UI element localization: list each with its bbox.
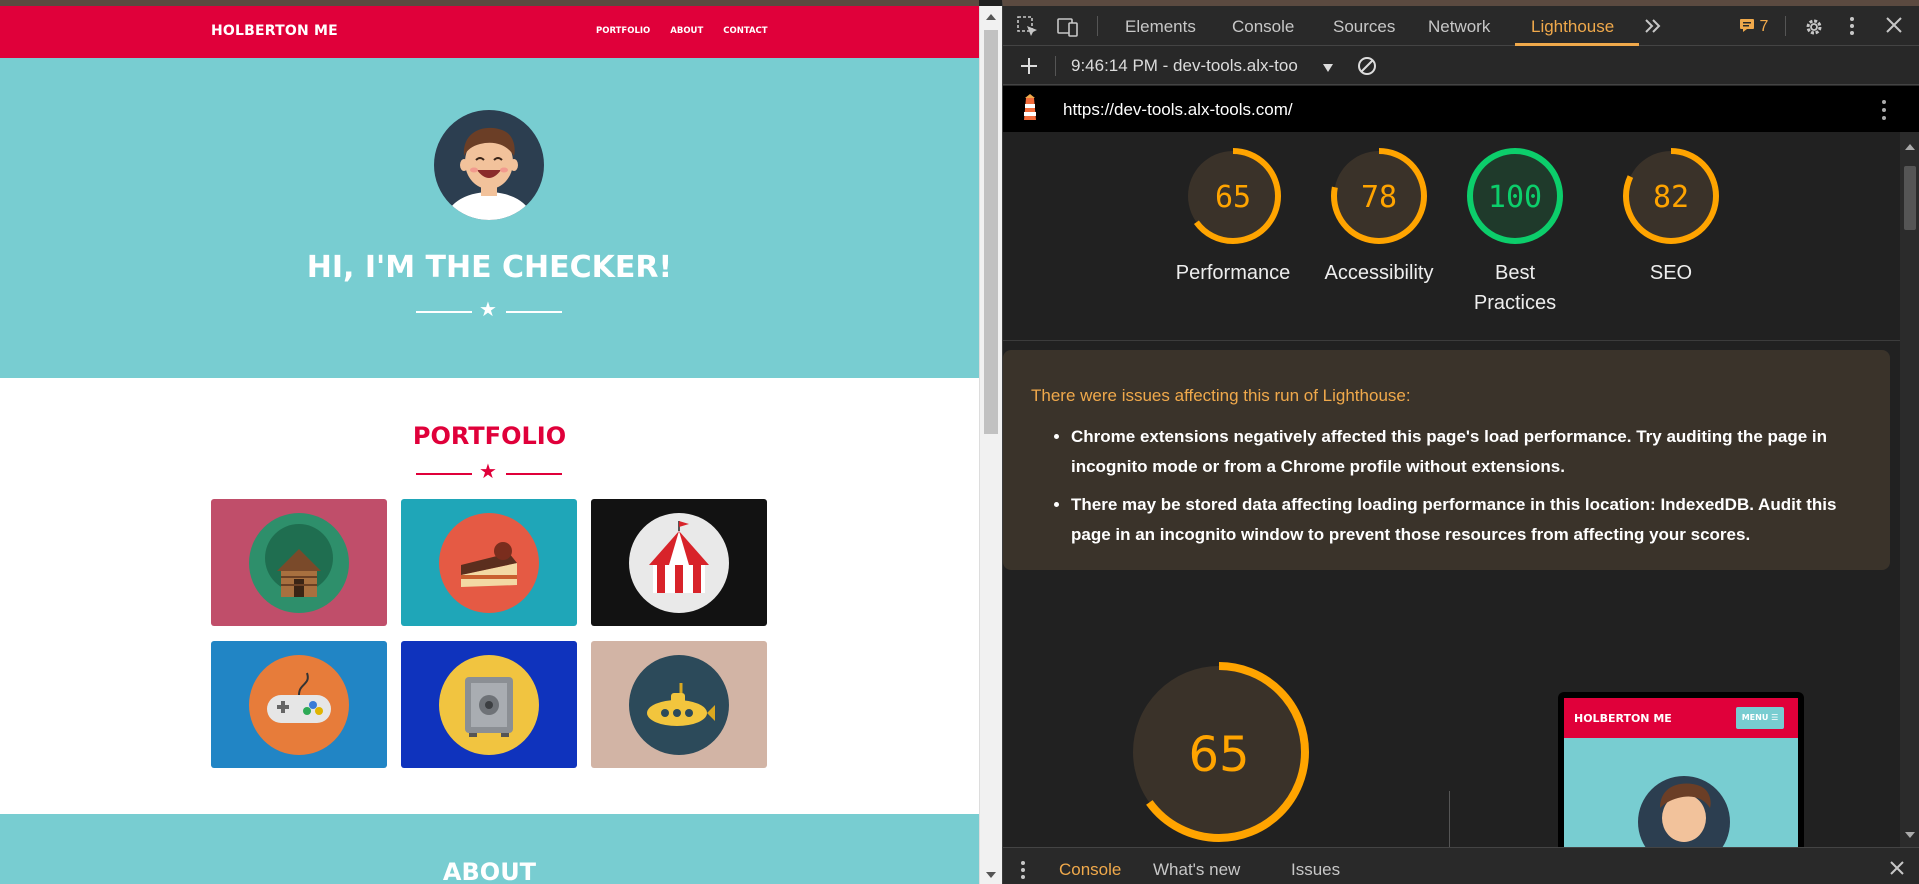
report-selector[interactable]: 9:46:14 PM - dev-tools.alx-too — [1071, 56, 1298, 76]
warning-item: Chrome extensions negatively affected th… — [1071, 422, 1871, 482]
warning-title: There were issues affecting this run of … — [1031, 386, 1411, 405]
svg-text:100: 100 — [1488, 180, 1542, 215]
preview-menu-button: MENU ☰ — [1736, 707, 1784, 729]
gauge-ring: 78 — [1331, 148, 1427, 244]
gauge-ring: 65 — [1129, 662, 1309, 842]
log-cabin-icon — [249, 513, 349, 613]
tab-lighthouse[interactable]: Lighthouse — [1531, 17, 1614, 37]
svg-text:82: 82 — [1653, 180, 1689, 215]
hero-section: HI, I'M THE CHECKER! ★ — [0, 58, 979, 378]
tab-sources[interactable]: Sources — [1333, 17, 1395, 37]
safe-vault-icon — [439, 655, 539, 755]
tab-console[interactable]: Console — [1232, 17, 1294, 37]
gauge-label: Best Practices — [1473, 262, 1557, 314]
dropdown-arrow-icon[interactable] — [1322, 59, 1334, 77]
portfolio-tile-game-controller[interactable] — [211, 641, 387, 768]
portfolio-tile-submarine[interactable] — [591, 641, 767, 768]
lighthouse-logo-icon — [1019, 94, 1041, 127]
tab-elements[interactable]: Elements — [1125, 17, 1196, 37]
warning-item: There may be stored data affecting loadi… — [1071, 490, 1871, 550]
report-scrollbar[interactable] — [1900, 132, 1919, 847]
lighthouse-report: 65 Performance 78 Accessibility 100 Best… — [1003, 132, 1900, 847]
screen: HOLBERTON ME PORTFOLIO ABOUT CONTACT HI,… — [0, 0, 1919, 884]
devtools-panel: Elements Console Sources Network Lightho… — [1002, 0, 1919, 884]
devtools-drawer: Console What's new Issues — [1003, 847, 1919, 884]
report-url: https://dev-tools.alx-tools.com/ — [1063, 100, 1293, 119]
scroll-up-icon[interactable] — [986, 14, 996, 20]
tab-network[interactable]: Network — [1428, 17, 1490, 37]
scroll-down-icon[interactable] — [1905, 832, 1915, 838]
submarine-icon — [629, 655, 729, 755]
close-drawer-icon[interactable] — [1889, 860, 1905, 879]
svg-text:65: 65 — [1215, 180, 1251, 215]
report-url-bar: https://dev-tools.alx-tools.com/ — [1003, 86, 1919, 132]
nav-link-about[interactable]: ABOUT — [670, 26, 703, 36]
page-scrollbar[interactable] — [979, 6, 1002, 884]
issues-badge[interactable]: 7 — [1739, 17, 1768, 36]
cake-slice-icon — [439, 513, 539, 613]
inspect-element-icon[interactable] — [1017, 16, 1039, 41]
gauge-label: Performance — [1175, 262, 1291, 284]
scroll-up-icon[interactable] — [1905, 144, 1915, 150]
add-icon[interactable] — [1019, 56, 1039, 79]
clear-reports-icon[interactable] — [1356, 55, 1378, 80]
drawer-tab-whats-new[interactable]: What's new — [1153, 860, 1240, 880]
hero-title: HI, I'M THE CHECKER! — [306, 250, 673, 285]
drawer-tab-issues[interactable]: Issues — [1291, 860, 1340, 880]
gauge-ring: 100 — [1467, 148, 1563, 244]
star-icon: ★ — [479, 461, 497, 483]
portfolio-tile-circus-tent[interactable] — [591, 499, 767, 626]
preview-avatar — [1638, 776, 1730, 847]
gauge-label: Accessibility — [1324, 262, 1434, 284]
issues-icon — [1740, 19, 1754, 32]
svg-text:65: 65 — [1188, 727, 1249, 783]
svg-text:78: 78 — [1361, 180, 1397, 215]
drawer-tab-console[interactable]: Console — [1059, 860, 1121, 880]
lighthouse-report-bar: 9:46:14 PM - dev-tools.alx-too — [1003, 47, 1919, 85]
run-warnings-box: There were issues affecting this run of … — [1003, 350, 1890, 570]
hero-divider: ★ — [416, 299, 562, 322]
site-nav-links: PORTFOLIO ABOUT CONTACT — [596, 26, 768, 36]
devtools-tab-bar: Elements Console Sources Network Lightho… — [1003, 6, 1919, 46]
portfolio-title: PORTFOLIO — [412, 422, 567, 450]
nav-link-portfolio[interactable]: PORTFOLIO — [596, 26, 650, 36]
score-gauge-seo[interactable]: 82 SEO — [1598, 146, 1744, 288]
about-title: ABOUT — [442, 858, 537, 884]
more-tabs-icon[interactable] — [1643, 16, 1663, 39]
kebab-menu-icon[interactable] — [1849, 16, 1855, 39]
drawer-menu-icon[interactable] — [1020, 860, 1026, 883]
avatar — [434, 110, 544, 220]
nav-link-contact[interactable]: CONTACT — [723, 26, 767, 36]
site-navbar: HOLBERTON ME PORTFOLIO ABOUT CONTACT — [0, 6, 979, 58]
warning-list: Chrome extensions negatively affected th… — [1071, 422, 1871, 558]
game-controller-icon — [249, 655, 349, 755]
portfolio-tile-safe-vault[interactable] — [401, 641, 577, 768]
device-toolbar-icon[interactable] — [1057, 16, 1079, 41]
website-viewport: HOLBERTON ME PORTFOLIO ABOUT CONTACT HI,… — [0, 0, 979, 884]
portfolio-tile-log-cabin[interactable] — [211, 499, 387, 626]
report-menu-icon[interactable] — [1881, 99, 1887, 124]
report-scroll-thumb[interactable] — [1904, 166, 1916, 230]
score-gauge-best-practices[interactable]: 100 Best Practices — [1452, 146, 1578, 318]
settings-gear-icon[interactable] — [1803, 16, 1825, 41]
close-icon[interactable] — [1885, 16, 1903, 37]
circus-tent-icon — [629, 513, 729, 613]
star-icon: ★ — [479, 299, 497, 321]
gauge-label: SEO — [1649, 262, 1693, 284]
checker-avatar-illustration — [445, 127, 533, 220]
score-gauge-accessibility[interactable]: 78 Accessibility — [1306, 146, 1452, 288]
page-scroll-thumb[interactable] — [984, 30, 998, 434]
portfolio-tile-cake-slice[interactable] — [401, 499, 577, 626]
score-gauge-performance[interactable]: 65 Performance — [1160, 146, 1306, 288]
preview-brand: HOLBERTON ME — [1574, 712, 1672, 725]
portfolio-divider: ★ — [416, 461, 562, 484]
page-screenshot-preview[interactable]: HOLBERTON ME MENU ☰ — [1558, 692, 1804, 847]
performance-score-gauge-large[interactable]: 65 — [1126, 659, 1312, 845]
site-brand[interactable]: HOLBERTON ME — [211, 23, 338, 39]
gauge-ring: 82 — [1623, 148, 1719, 244]
about-section: ABOUT — [0, 814, 979, 884]
scroll-down-icon[interactable] — [986, 872, 996, 878]
gauge-ring: 65 — [1185, 148, 1281, 244]
issues-count: 7 — [1759, 18, 1769, 35]
